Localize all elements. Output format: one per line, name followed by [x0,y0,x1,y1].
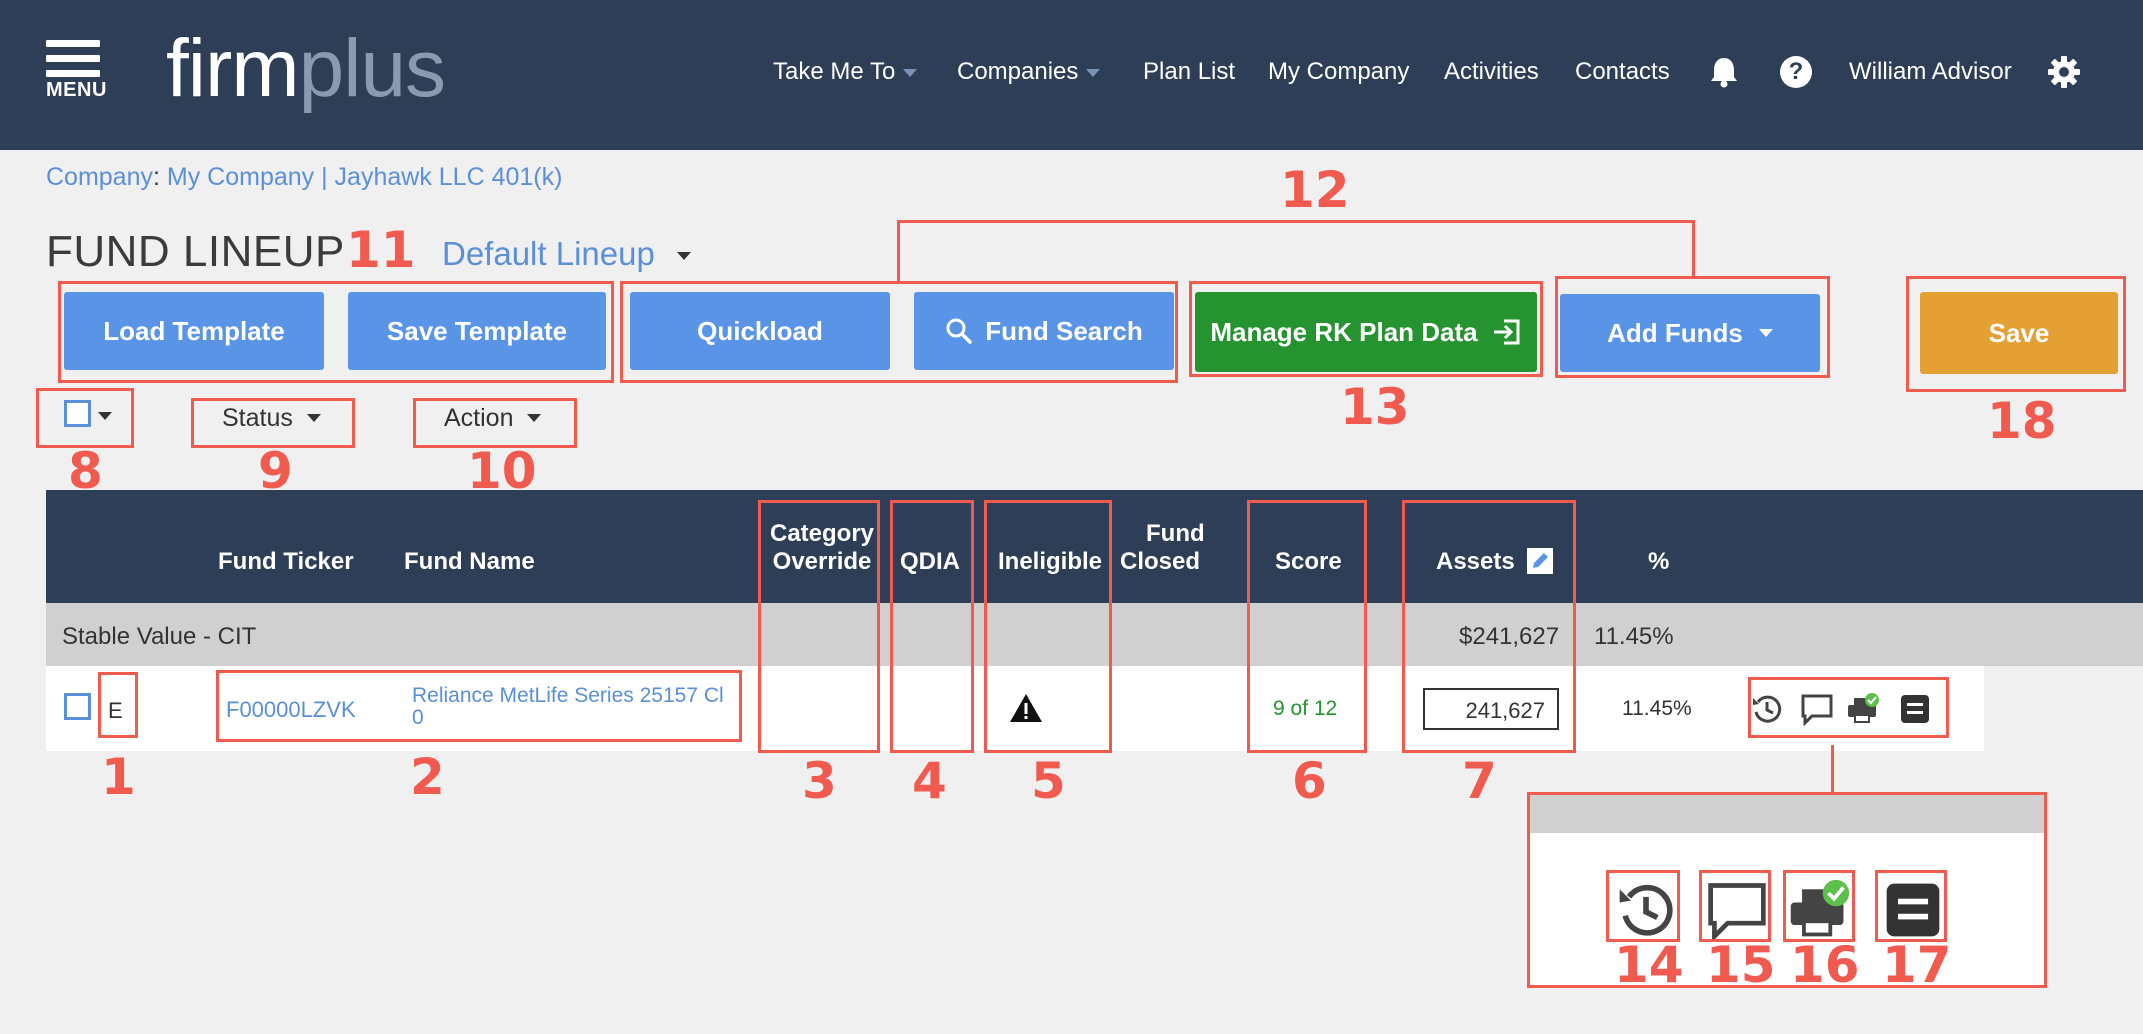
header-fund-name[interactable]: Fund Name [404,548,535,576]
annotation-box-quickload-search [620,281,1178,383]
logo-plus: plus [298,23,446,114]
annotation-box-comment [1699,870,1771,942]
breadcrumb: Company: My Company | Jayhawk LLC 401(k) [46,163,562,192]
annotation-number-1: 1 [101,748,136,806]
annotation-number-17: 17 [1882,936,1952,994]
menu-label: MENU [46,79,107,101]
breadcrumb-separator: : [153,163,160,191]
bell-icon[interactable] [1709,56,1739,88]
nav-contacts[interactable]: Contacts [1575,58,1670,86]
annotation-number-5: 5 [1031,752,1066,810]
row-percent: 11.45% [1622,697,1692,720]
lineup-selector-label: Default Lineup [442,235,655,272]
help-icon[interactable]: ? [1780,56,1812,88]
annotation-number-18: 18 [1987,392,2057,450]
annotation-box-save [1906,276,2126,392]
gear-icon[interactable] [2047,55,2081,89]
annotation-number-9: 9 [258,442,293,500]
annotation-number-8: 8 [68,442,103,500]
nav-companies-label: Companies [957,58,1079,85]
annotation-number-13: 13 [1340,378,1410,436]
header-fund-closed-line1: Fund [1146,520,1205,547]
annotation-box-history [1606,870,1680,942]
annotation-box-flag [98,672,138,738]
chevron-down-icon [1086,68,1101,77]
annotation-bracket-12-right [1692,220,1695,278]
row-checkbox[interactable] [64,693,91,720]
callout-connector [1831,745,1834,793]
annotation-bracket-12 [897,220,1695,223]
menu-icon [46,40,106,77]
annotation-number-6: 6 [1292,752,1327,810]
annotation-box-templates [58,281,614,383]
lineup-selector[interactable]: Default Lineup [442,235,691,273]
nav-companies[interactable]: Companies [957,58,1101,86]
callout-header-bar [1530,795,2044,833]
header-percent[interactable]: % [1648,548,1669,576]
menu-button[interactable]: MENU [46,40,106,106]
annotation-number-4: 4 [912,752,947,810]
breadcrumb-label[interactable]: Company [46,163,153,191]
annotation-number-12: 12 [1280,161,1350,219]
annotation-bracket-12-left [897,220,900,282]
annotation-box-manage-rk [1189,281,1543,377]
breadcrumb-company[interactable]: My Company | Jayhawk LLC 401(k) [167,163,563,191]
annotation-box-row-icons [1748,677,1949,738]
chevron-down-icon [903,68,918,77]
annotation-box-details [1875,870,1947,942]
annotation-box-select-all [36,388,134,448]
annotation-box-print [1783,870,1855,942]
annotation-number-16: 16 [1790,936,1860,994]
chevron-down-icon [676,252,691,261]
annotation-box-assets [1402,500,1576,753]
annotation-box-fund [216,670,742,742]
user-menu[interactable]: William Advisor [1849,58,2012,86]
annotation-box-score [1247,500,1367,753]
firmplus-logo[interactable]: firmplus [166,28,446,110]
annotation-number-10: 10 [467,442,537,500]
annotation-box-ineligible [984,500,1112,753]
annotation-number-11: 11 [346,221,416,279]
annotation-number-15: 15 [1706,936,1776,994]
annotation-number-2: 2 [410,748,445,806]
group-percent: 11.45% [1594,623,1674,650]
annotation-box-add-funds [1555,276,1830,378]
annotation-box-action [413,398,577,448]
annotation-number-3: 3 [802,752,837,810]
annotation-number-7: 7 [1462,752,1497,810]
logo-firm: firm [166,23,300,114]
annotation-number-14: 14 [1614,936,1684,994]
nav-take-me-to-label: Take Me To [773,58,896,85]
annotation-box-category-override [758,500,880,753]
annotation-box-status [191,398,355,448]
header-fund-ticker[interactable]: Fund Ticker [218,548,354,576]
header-fund-closed[interactable]: Fund Closed [1120,520,1205,576]
nav-plan-list[interactable]: Plan List [1143,58,1235,86]
nav-my-company[interactable]: My Company [1268,58,1409,86]
nav-take-me-to[interactable]: Take Me To [773,58,918,86]
group-name: Stable Value - CIT [62,623,257,650]
page-title: FUND LINEUP [46,227,345,276]
header-fund-closed-line2: Closed [1120,548,1201,575]
annotation-box-qdia [890,500,974,753]
nav-activities[interactable]: Activities [1444,58,1539,86]
